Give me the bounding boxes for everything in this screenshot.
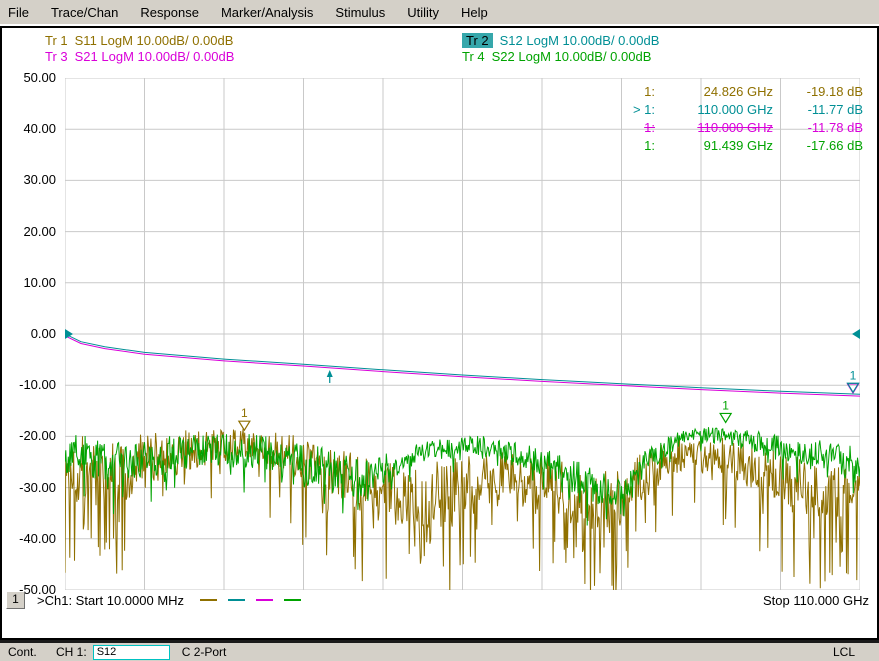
marker-label: 1 — [850, 368, 857, 382]
marker-readout-cell: 110.000 GHz — [655, 120, 773, 135]
marker-label: 1 — [722, 398, 729, 412]
marker-triangle[interactable] — [720, 413, 731, 422]
lcl-status: LCL — [833, 645, 855, 659]
cal-status: C 2-Port — [182, 645, 227, 659]
trace-dash-tr3 — [256, 599, 273, 601]
display-area: Tr 1 S11 LogM 10.00dB/ 0.00dB Tr 3 S21 L… — [0, 26, 879, 640]
y-axis-tick: 10.00 — [2, 275, 56, 290]
trace-dash-tr2 — [228, 599, 245, 601]
trace-legend-tr4-detail: S22 LogM 10.00dB/ 0.00dB — [492, 49, 652, 64]
menu-item-response[interactable]: Response — [132, 2, 207, 23]
start-freq-label: >Ch1: Start 10.0000 MHz — [37, 593, 184, 608]
marker-readout-cell: 91.439 GHz — [655, 138, 773, 153]
marker-readout-row: > 1:110.000 GHz-11.77 dB — [619, 100, 863, 118]
channel-button[interactable]: 1 — [6, 591, 25, 609]
y-axis-tick: 50.00 — [2, 70, 56, 85]
acquisition-status: Cont. — [8, 645, 52, 659]
menu-item-stimulus[interactable]: Stimulus — [327, 2, 393, 23]
trace-legend-tr2-detail: S12 LogM 10.00dB/ 0.00dB — [500, 33, 660, 48]
footer-row: 1 >Ch1: Start 10.0000 MHz Stop 110.000 G… — [6, 591, 869, 609]
y-axis-tick: -10.00 — [2, 377, 56, 392]
marker-readout-cell: > 1: — [619, 102, 655, 117]
trace-legend-tr4[interactable]: Tr 4 S22 LogM 10.00dB/ 0.00dB — [462, 48, 651, 64]
marker-readout-cell: 1: — [619, 84, 655, 99]
trace-legend-tr3-detail: S21 LogM 10.00dB/ 0.00dB — [75, 49, 235, 64]
trace-legend-tr2-id: Tr 2 — [462, 33, 493, 48]
trace-legend-tr1-detail: S11 LogM 10.00dB/ 0.00dB — [75, 33, 234, 48]
marker-readout-row: 1:110.000 GHz-11.78 dB — [619, 118, 863, 136]
y-axis-tick: 0.00 — [2, 326, 56, 341]
trace-legend-tr2[interactable]: Tr 2 S12 LogM 10.00dB/ 0.00dB — [462, 32, 659, 48]
marker-arrow-up-head — [327, 370, 333, 377]
ref-level-marker-right — [852, 329, 860, 339]
menu-item-trace-chan[interactable]: Trace/Chan — [43, 2, 126, 23]
trace-legend-tr4-id: Tr 4 — [462, 49, 485, 64]
channel-label: CH 1: — [56, 645, 87, 659]
y-axis-tick: 30.00 — [2, 172, 56, 187]
menu-item-help[interactable]: Help — [453, 2, 496, 23]
marker-readout-cell: 1: — [619, 138, 655, 153]
plot-area: 1 1 1 — [65, 78, 860, 590]
marker-readout-cell: -11.77 dB — [773, 102, 863, 117]
plot-svg: 1 1 1 — [65, 78, 860, 590]
y-axis-tick: -30.00 — [2, 480, 56, 495]
marker-label: 1 — [241, 406, 248, 420]
menu-item-marker-analysis[interactable]: Marker/Analysis — [213, 2, 321, 23]
menu-item-utility[interactable]: Utility — [399, 2, 447, 23]
marker-readout-cell: 110.000 GHz — [655, 102, 773, 117]
trace-legend-tr3[interactable]: Tr 3 S21 LogM 10.00dB/ 0.00dB — [45, 48, 234, 64]
marker-readout-row: 1:91.439 GHz-17.66 dB — [619, 136, 863, 154]
trace-dash-tr1 — [200, 599, 217, 601]
y-axis-tick: -20.00 — [2, 428, 56, 443]
stop-freq-label: Stop 110.000 GHz — [763, 593, 869, 608]
y-axis-tick: 40.00 — [2, 121, 56, 136]
trace-legend-tr1[interactable]: Tr 1 S11 LogM 10.00dB/ 0.00dB — [45, 32, 233, 48]
marker-readout-cell: -19.18 dB — [773, 84, 863, 99]
marker-readout-cell: -17.66 dB — [773, 138, 863, 153]
status-bar: Cont. CH 1: S12 C 2-Port LCL — [0, 643, 879, 661]
menu-bar: File Trace/Chan Response Marker/Analysis… — [0, 0, 879, 24]
y-axis-tick: 20.00 — [2, 224, 56, 239]
trace-legend-tr3-id: Tr 3 — [45, 49, 68, 64]
measurement-select[interactable]: S12 — [93, 645, 170, 660]
marker-readout-cell: -11.78 dB — [773, 120, 863, 135]
marker-readouts: 1:24.826 GHz-19.18 dB> 1:110.000 GHz-11.… — [619, 82, 863, 154]
menu-item-file[interactable]: File — [0, 2, 37, 23]
marker-readout-row: 1:24.826 GHz-19.18 dB — [619, 82, 863, 100]
marker-readout-cell: 24.826 GHz — [655, 84, 773, 99]
marker-readout-cell: 1: — [619, 120, 655, 135]
y-axis-tick: -40.00 — [2, 531, 56, 546]
marker-triangle[interactable] — [239, 421, 250, 430]
trace-legend-tr1-id: Tr 1 — [45, 33, 68, 48]
y-axis: 50.0040.0030.0020.0010.000.00-10.00-20.0… — [2, 78, 60, 590]
trace-dash-tr4 — [284, 599, 301, 601]
vna-screen: File Trace/Chan Response Marker/Analysis… — [0, 0, 879, 661]
